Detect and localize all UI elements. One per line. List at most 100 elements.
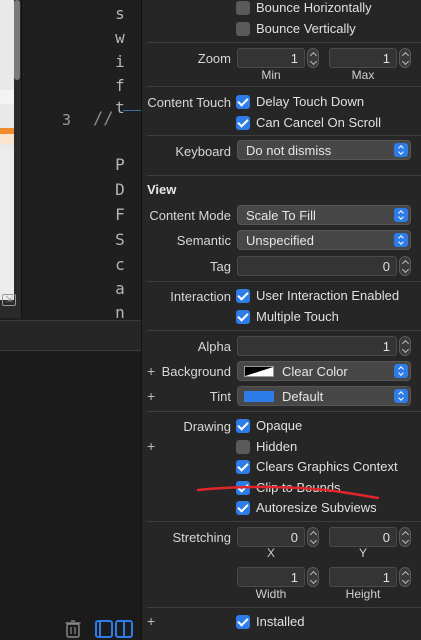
installed-label: Installed [256,614,305,629]
add-variation-button[interactable]: + [147,613,155,629]
bounce-horizontally-checkbox[interactable] [236,1,250,15]
bounce-vertically-checkbox[interactable] [236,22,250,36]
hidden-checkbox[interactable] [236,440,250,454]
code-char[interactable]: D [113,180,127,199]
hidden-label: Hidden [256,439,298,454]
can-cancel-on-scroll-label: Can Cancel On Scroll [256,115,381,130]
stretching-y-field[interactable]: 0 [329,527,397,547]
add-variation-button[interactable]: + [147,438,155,454]
divider [147,281,421,282]
drawing-label: Drawing [183,419,231,434]
chevron-updown-icon [394,389,408,403]
code-comment[interactable]: // [93,109,113,129]
tag-stepper[interactable] [399,256,411,276]
zoom-max-caption: Max [351,68,375,82]
code-char[interactable]: s [113,4,127,23]
preview-scrollbar[interactable] [14,0,20,80]
code-char[interactable]: w [113,28,127,47]
user-interaction-enabled-label: User Interaction Enabled [256,288,400,303]
zoom-max-field[interactable]: 1 [329,48,397,68]
delay-touch-down-label: Delay Touch Down [256,94,365,109]
content-touch-label: Content Touch [147,95,231,110]
installed-checkbox[interactable] [236,615,250,629]
canvas-preview: ⇲ [0,0,22,318]
zoom-min-field[interactable]: 1 [237,48,305,68]
tint-popup[interactable]: Default [237,386,411,406]
divider [147,607,421,608]
stretching-y-stepper[interactable] [399,527,411,547]
multiple-touch-label: Multiple Touch [256,309,339,324]
stretching-width-field[interactable]: 1 [237,567,305,587]
zoom-min-stepper[interactable] [307,48,319,68]
code-char[interactable]: c [113,255,127,274]
background-label: Background [161,364,231,379]
add-variation-button[interactable]: + [147,363,155,379]
code-char[interactable]: S [113,230,127,249]
keyboard-label: Keyboard [175,144,231,159]
code-char[interactable]: t [113,98,127,117]
tint-color-swatch [244,391,274,402]
multiple-touch-checkbox[interactable] [236,310,250,324]
code-char[interactable]: a [113,279,127,298]
bounce-horizontally-label: Bounce Horizontally [256,0,372,15]
divider [147,521,421,522]
stretching-label: Stretching [172,530,231,545]
can-cancel-on-scroll-checkbox[interactable] [236,116,250,130]
zoom-max-stepper[interactable] [399,48,411,68]
stretching-x-field[interactable]: 0 [237,527,305,547]
chevron-updown-icon [394,233,408,247]
divider [147,42,421,43]
opaque-label: Opaque [256,418,303,433]
stretching-x-stepper[interactable] [307,527,319,547]
content-mode-value: Scale To Fill [246,208,316,223]
clears-graphics-context-label: Clears Graphics Context [256,459,398,474]
editor-pane: ⇲ swiftPDFScann 3 // [0,0,141,640]
clear-color-swatch [244,366,274,377]
tint-label: Tint [209,389,231,404]
chevron-updown-icon [394,208,408,222]
split-layout-icon[interactable] [95,620,133,638]
code-char[interactable]: f [113,76,127,95]
autoresize-subviews-label: Autoresize Subviews [256,500,377,515]
alpha-label: Alpha [197,339,231,354]
stretching-height-field[interactable]: 1 [329,567,397,587]
background-value: Clear Color [282,364,348,379]
tag-field[interactable]: 0 [237,256,397,276]
stretching-x-caption: X [266,546,275,560]
code-char[interactable]: P [113,155,127,174]
semantic-popup[interactable]: Unspecified [237,230,411,250]
interaction-label: Interaction [170,289,231,304]
chevron-updown-icon [394,364,408,378]
divider [147,86,421,87]
divider [147,175,421,176]
line-number: 3 [62,111,72,129]
preview-image [0,0,14,300]
chevron-updown-icon [394,143,408,157]
alpha-field[interactable]: 1 [237,336,397,356]
user-interaction-enabled-checkbox[interactable] [236,289,250,303]
alpha-stepper[interactable] [399,336,411,356]
autoresize-subviews-checkbox[interactable] [236,501,250,515]
trash-icon[interactable] [65,620,81,638]
code-char[interactable]: i [113,52,127,71]
code-char[interactable]: F [113,205,127,224]
stretching-width-stepper[interactable] [307,567,319,587]
stretching-y-caption: Y [358,546,367,560]
debug-bar [0,321,141,351]
clears-graphics-context-checkbox[interactable] [236,460,250,474]
keyboard-value: Do not dismiss [246,143,332,158]
delay-touch-down-checkbox[interactable] [236,95,250,109]
divider [147,330,421,331]
keyboard-popup[interactable]: Do not dismiss [237,140,411,160]
bounce-vertically-label: Bounce Vertically [256,21,356,36]
content-mode-popup[interactable]: Scale To Fill [237,205,411,225]
stretching-height-stepper[interactable] [399,567,411,587]
semantic-label: Semantic [176,233,231,248]
opaque-checkbox[interactable] [236,419,250,433]
zoom-label: Zoom [197,51,231,66]
stretching-height-caption: Height [345,587,381,601]
add-variation-button[interactable]: + [147,388,155,404]
background-popup[interactable]: Clear Color [237,361,411,381]
tint-value: Default [282,389,324,404]
export-icon[interactable]: ⇲ [2,294,16,306]
